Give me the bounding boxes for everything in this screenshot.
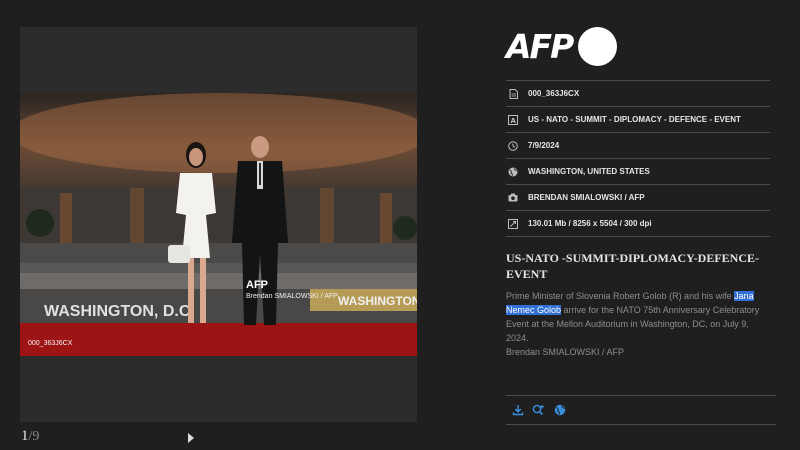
globe-icon[interactable]: [553, 404, 566, 417]
logo-text: AFP: [506, 26, 574, 66]
meta-location-text: WASHINGTON, UNITED STATES: [528, 167, 650, 176]
photo-id-label: 000_363J6CX: [28, 340, 73, 347]
meta-row-location: WASHINGTON, UNITED STATES: [506, 159, 770, 185]
pager-current: 1: [21, 428, 29, 444]
logo-dot-icon: [578, 26, 618, 66]
meta-filesize-text: 130.01 Mb / 8256 x 5504 / 300 dpi: [528, 219, 652, 228]
camera-icon: [508, 193, 518, 203]
globe-icon: [508, 167, 518, 177]
photo[interactable]: WASHINGTON, D.C WASHINGTON AFP Brendan S…: [20, 93, 417, 356]
afp-logo[interactable]: AFP: [506, 26, 618, 66]
meta-date-text: 7/9/2024: [528, 141, 560, 150]
next-arrow-icon[interactable]: [188, 433, 194, 443]
photo-scene: WASHINGTON, D.C WASHINGTON: [20, 93, 417, 356]
sign-text-right: WASHINGTON: [338, 294, 417, 308]
zoom-in-icon[interactable]: [532, 404, 545, 417]
action-bar: [506, 395, 776, 425]
meta-photographer-text: BRENDAN SMIALOWSKI / AFP: [528, 193, 645, 202]
caption-credit: Brendan SMIALOWSKI / AFP: [506, 347, 625, 357]
meta-row-keywords: A US - NATO - SUMMIT - DIPLOMACY - DEFEN…: [506, 107, 770, 133]
resize-icon: [508, 218, 518, 229]
meta-row-date: 7/9/2024: [506, 133, 770, 159]
photo-headline: US-NATO -SUMMIT-DIPLOMACY-DEFENCE-EVENT: [506, 251, 760, 281]
download-icon[interactable]: [511, 404, 524, 417]
meta-row-photographer: BRENDAN SMIALOWSKI / AFP: [506, 185, 770, 211]
clock-icon: [508, 140, 518, 151]
svg-text:A: A: [511, 117, 517, 125]
image-viewer: WASHINGTON, D.C WASHINGTON AFP Brendan S…: [20, 27, 417, 422]
watermark-logo: AFP: [246, 279, 268, 291]
meta-id-text: 000_363J6CX: [528, 89, 580, 98]
sign-text-left: WASHINGTON, D.C: [44, 303, 191, 320]
tag-icon: A: [508, 114, 518, 125]
photo-caption: Prime Minister of Slovenia Robert Golob …: [506, 289, 768, 359]
caption-text-before: Prime Minister of Slovenia Robert Golob …: [506, 291, 735, 301]
meta-row-id: 000_363J6CX: [506, 81, 770, 107]
metadata-list: 000_363J6CX A US - NATO - SUMMIT - DIPLO…: [506, 80, 770, 237]
meta-keywords-text: US - NATO - SUMMIT - DIPLOMACY - DEFENCE…: [528, 115, 741, 124]
pager-total: /9: [28, 429, 40, 444]
watermark-credit: Brendan SMIALOWSKI / AFP: [246, 293, 338, 300]
document-icon: [508, 88, 518, 99]
pager: 1/9: [21, 428, 39, 445]
meta-row-filesize: 130.01 Mb / 8256 x 5504 / 300 dpi: [506, 211, 770, 237]
